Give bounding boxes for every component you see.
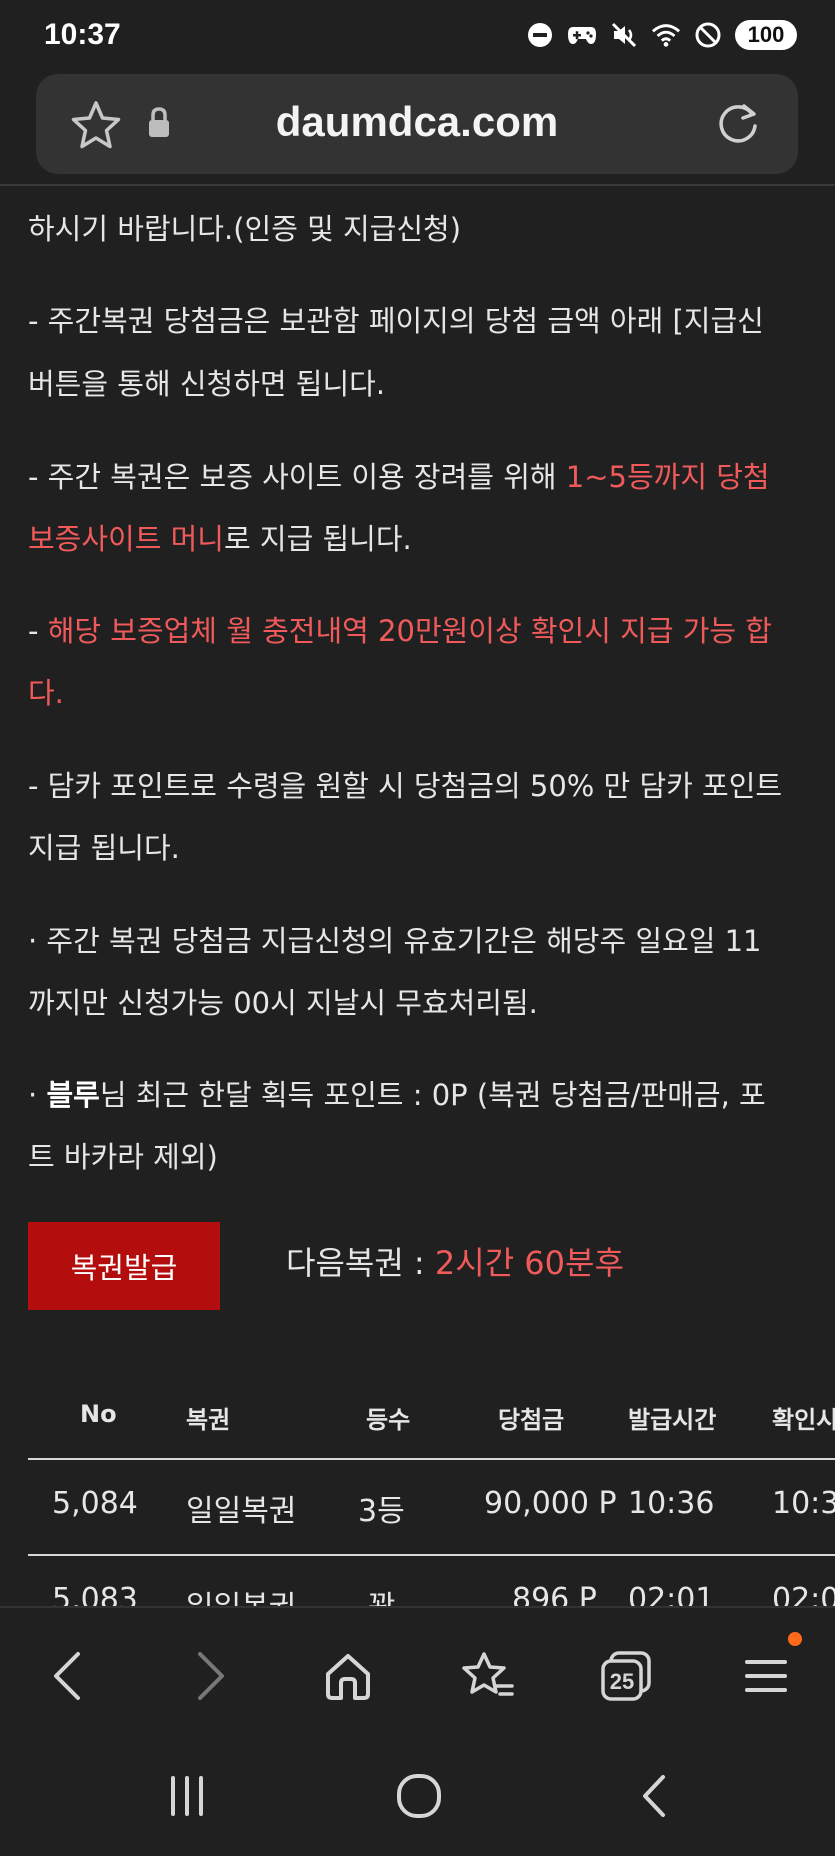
battery-indicator: 100 — [735, 20, 797, 50]
url-bar[interactable]: daumdca.com — [36, 74, 798, 174]
status-icons: 100 — [525, 20, 797, 50]
tab-count: 25 — [610, 1669, 634, 1694]
issue-lottery-button[interactable]: 복권발급 — [28, 1222, 220, 1310]
cell-issued-time: 10:36 — [628, 1486, 715, 1521]
do-not-disturb-icon — [525, 20, 555, 50]
cell-no: 5,083 — [52, 1582, 138, 1606]
wifi-icon — [651, 20, 681, 50]
game-controller-icon — [567, 20, 597, 50]
next-lottery-value: 2시간 60분후 — [434, 1244, 624, 1282]
column-header-issued-time: 발급시간 — [628, 1406, 717, 1434]
table-divider — [28, 1554, 835, 1556]
mute-icon — [609, 20, 639, 50]
recent-apps-icon[interactable] — [152, 1766, 222, 1826]
cell-checked-time: 02:0 — [772, 1582, 835, 1606]
table-row[interactable]: 5,084 일일복권 3등 90,000 P 10:36 10:3 — [28, 1462, 835, 1552]
menu-icon[interactable] — [734, 1644, 798, 1708]
notice-line: · 주간 복권 당첨금 지급신청의 유효기간은 해당주 일요일 11 — [28, 924, 762, 958]
notice-line: - 주간복권 당첨금은 보관함 페이지의 당첨 금액 아래 [지급신 — [28, 304, 764, 338]
notice-line: 지급 됩니다. — [28, 831, 180, 865]
cell-lottery: 일일복권 — [186, 1582, 296, 1606]
cell-checked-time: 10:3 — [772, 1486, 835, 1521]
system-nav-bar — [0, 1736, 835, 1856]
table-header: No 복권 등수 당첨금 발급시간 확인시 — [28, 1378, 835, 1454]
blocked-icon — [693, 20, 723, 50]
column-header-checked-time: 확인시 — [772, 1406, 835, 1434]
forward-icon[interactable] — [178, 1644, 242, 1708]
column-header-no: No — [80, 1400, 117, 1428]
status-bar: 10:37 100 — [0, 0, 835, 74]
column-header-prize: 당첨금 — [498, 1406, 565, 1434]
notice-line: - 해당 보증업체 월 충전내역 20만원이상 확인시 지급 가능 합 — [28, 614, 772, 648]
home-circle-icon[interactable] — [384, 1766, 454, 1826]
status-time: 10:37 — [44, 18, 121, 51]
system-back-icon[interactable] — [620, 1766, 690, 1826]
cell-no: 5,084 — [52, 1486, 138, 1521]
notice-line: 다. — [28, 676, 64, 710]
notice-line: 버튼을 통해 신청하면 됩니다. — [28, 367, 386, 401]
url-text[interactable]: daumdca.com — [36, 98, 798, 146]
cell-issued-time: 02:01 — [628, 1582, 715, 1606]
table-divider — [28, 1458, 835, 1460]
notice-line: 트 바카라 제외) — [28, 1140, 218, 1174]
highlight-text: 보증사이트 머니 — [28, 522, 224, 556]
column-header-rank: 등수 — [366, 1406, 411, 1434]
column-header-lottery: 복권 — [186, 1406, 231, 1434]
notice-line: 보증사이트 머니로 지급 됩니다. — [28, 522, 412, 556]
back-icon[interactable] — [36, 1644, 100, 1708]
cell-lottery: 일일복권 — [186, 1494, 297, 1529]
cell-rank: 꽝 — [368, 1582, 396, 1606]
table-row[interactable]: 5,083 일일복권 꽝 896 P 02:01 02:0 — [28, 1558, 835, 1606]
cell-prize: 90,000 P — [484, 1486, 617, 1521]
bookmarks-icon[interactable] — [456, 1644, 520, 1708]
highlight-text: 해당 보증업체 월 충전내역 20만원이상 확인시 지급 가능 합 — [47, 614, 772, 648]
home-icon[interactable] — [316, 1644, 380, 1708]
browser-bottom-nav: 25 — [0, 1606, 835, 1738]
notice-line: · 블루님 최근 한달 획득 포인트 : 0P (복권 당첨금/판매금, 포 — [28, 1078, 766, 1112]
cell-rank: 3등 — [358, 1494, 405, 1529]
highlight-text: 1~5등까지 당첨 — [565, 460, 770, 494]
notification-dot — [788, 1632, 802, 1646]
next-lottery-timer: 다음복권 : 2시간 60분후 — [286, 1244, 624, 1282]
notice-line: - 주간 복권은 보증 사이트 이용 장려를 위해 1~5등까지 당첨 — [28, 460, 770, 494]
username: 블루 — [46, 1078, 100, 1112]
notice-line: - 담카 포인트로 수령을 원할 시 당첨금의 50% 만 담카 포인트 — [28, 769, 783, 803]
notice-line: 까지만 신청가능 00시 지날시 무효처리됨. — [28, 986, 538, 1020]
notice-line: 하시기 바랍니다.(인증 및 지급신청) — [28, 212, 462, 246]
cell-prize: 896 P — [512, 1582, 597, 1606]
reload-icon[interactable] — [714, 100, 762, 152]
tabs-icon[interactable]: 25 — [594, 1644, 658, 1708]
